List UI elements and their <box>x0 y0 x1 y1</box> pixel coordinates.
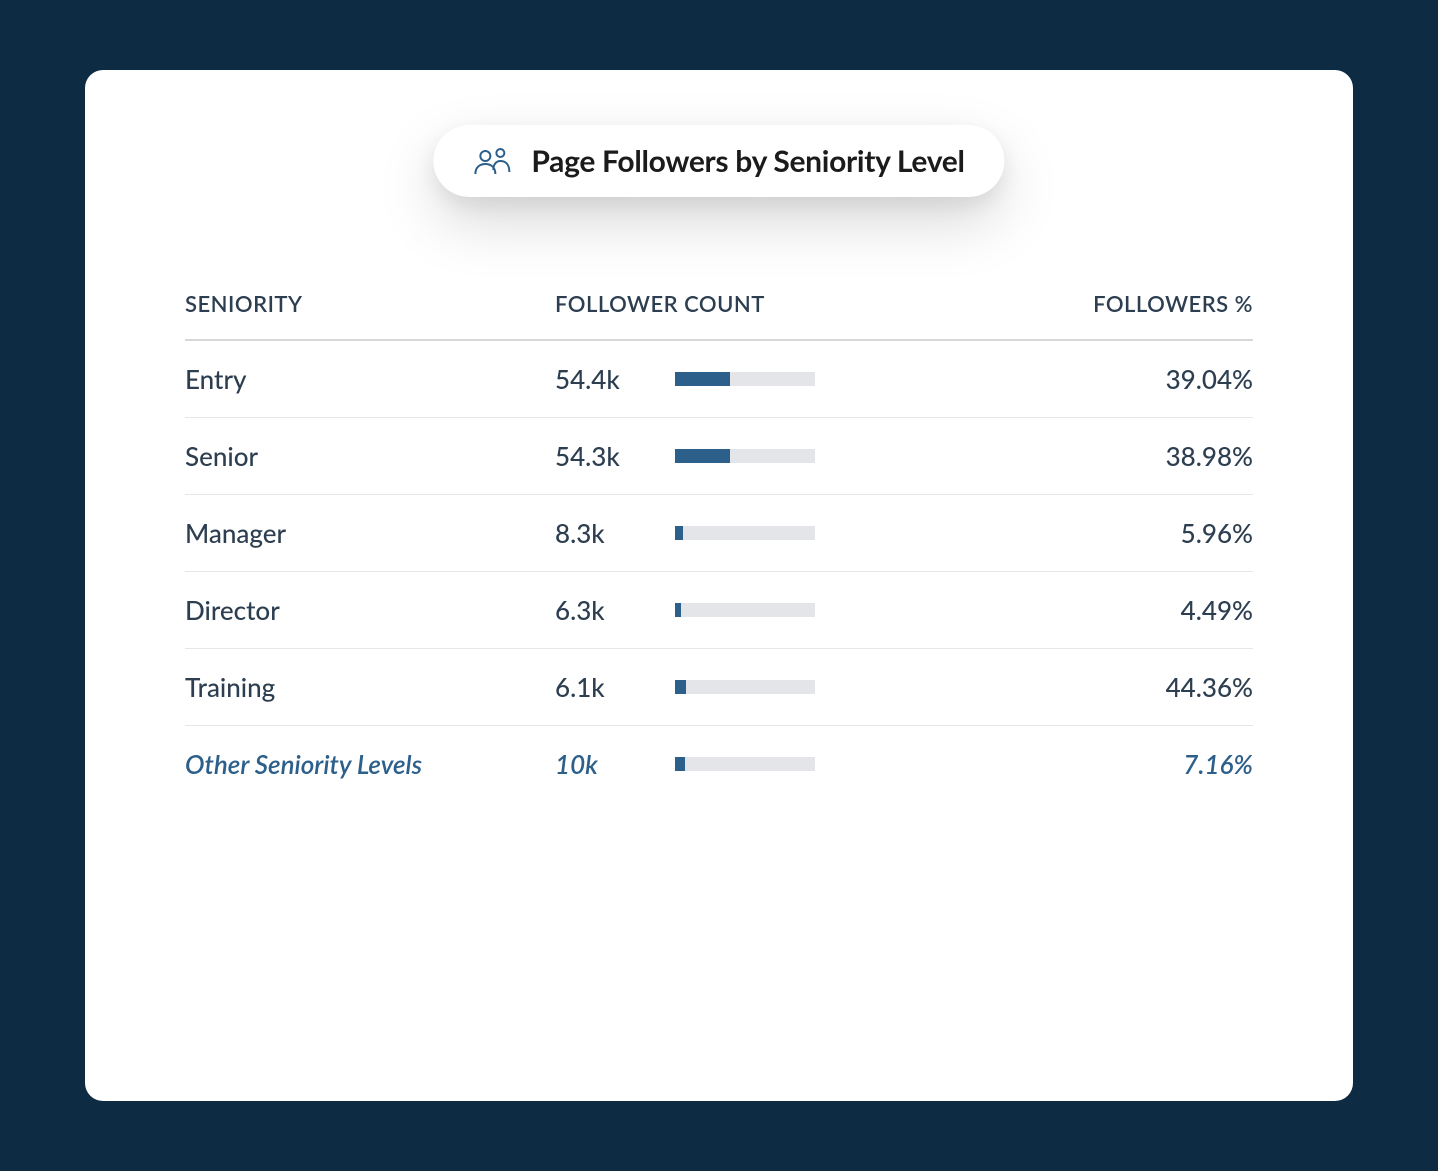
cell-count: 54.4k <box>555 363 675 395</box>
col-seniority: SENIORITY <box>185 290 555 317</box>
cell-count: 6.3k <box>555 594 675 626</box>
cell-bar <box>675 757 845 771</box>
cell-seniority: Other Seniority Levels <box>185 748 555 780</box>
cell-bar <box>675 449 845 463</box>
cell-percent: 7.16% <box>845 748 1253 780</box>
followers-table: SENIORITY FOLLOWER COUNT FOLLOWERS % Ent… <box>185 290 1253 802</box>
table-row: Senior54.3k 38.98% <box>185 418 1253 495</box>
bar-fill <box>675 603 681 617</box>
bar-fill <box>675 680 686 694</box>
cell-seniority: Entry <box>185 363 555 395</box>
card-title: Page Followers by Seniority Level <box>531 143 964 179</box>
cell-percent: 5.96% <box>845 517 1253 549</box>
bar-fill <box>675 757 685 771</box>
cell-count: 8.3k <box>555 517 675 549</box>
cell-percent: 44.36% <box>845 671 1253 703</box>
bar-track <box>675 757 815 771</box>
bar-fill <box>675 526 683 540</box>
people-icon <box>473 146 513 176</box>
cell-bar <box>675 526 845 540</box>
bar-track <box>675 449 815 463</box>
table-row: Training6.1k 44.36% <box>185 649 1253 726</box>
table-row: Manager8.3k 5.96% <box>185 495 1253 572</box>
bar-track <box>675 603 815 617</box>
cell-seniority: Senior <box>185 440 555 472</box>
bar-track <box>675 680 815 694</box>
cell-bar <box>675 680 845 694</box>
cell-percent: 38.98% <box>845 440 1253 472</box>
col-percent: FOLLOWERS % <box>845 290 1253 317</box>
table-row: Director6.3k 4.49% <box>185 572 1253 649</box>
bar-fill <box>675 449 730 463</box>
cell-seniority: Training <box>185 671 555 703</box>
cell-bar <box>675 372 845 386</box>
bar-fill <box>675 372 730 386</box>
bar-track <box>675 526 815 540</box>
cell-count: 6.1k <box>555 671 675 703</box>
table-row: Entry54.4k 39.04% <box>185 341 1253 418</box>
cell-count: 54.3k <box>555 440 675 472</box>
cell-percent: 4.49% <box>845 594 1253 626</box>
card-title-pill: Page Followers by Seniority Level <box>433 125 1004 197</box>
cell-count: 10k <box>555 748 675 780</box>
cell-seniority: Manager <box>185 517 555 549</box>
cell-bar <box>675 603 845 617</box>
followers-card: Page Followers by Seniority Level SENIOR… <box>85 70 1353 1101</box>
table-header: SENIORITY FOLLOWER COUNT FOLLOWERS % <box>185 290 1253 341</box>
bar-track <box>675 372 815 386</box>
cell-seniority: Director <box>185 594 555 626</box>
cell-percent: 39.04% <box>845 363 1253 395</box>
col-count: FOLLOWER COUNT <box>555 290 845 317</box>
table-row: Other Seniority Levels10k 7.16% <box>185 726 1253 802</box>
